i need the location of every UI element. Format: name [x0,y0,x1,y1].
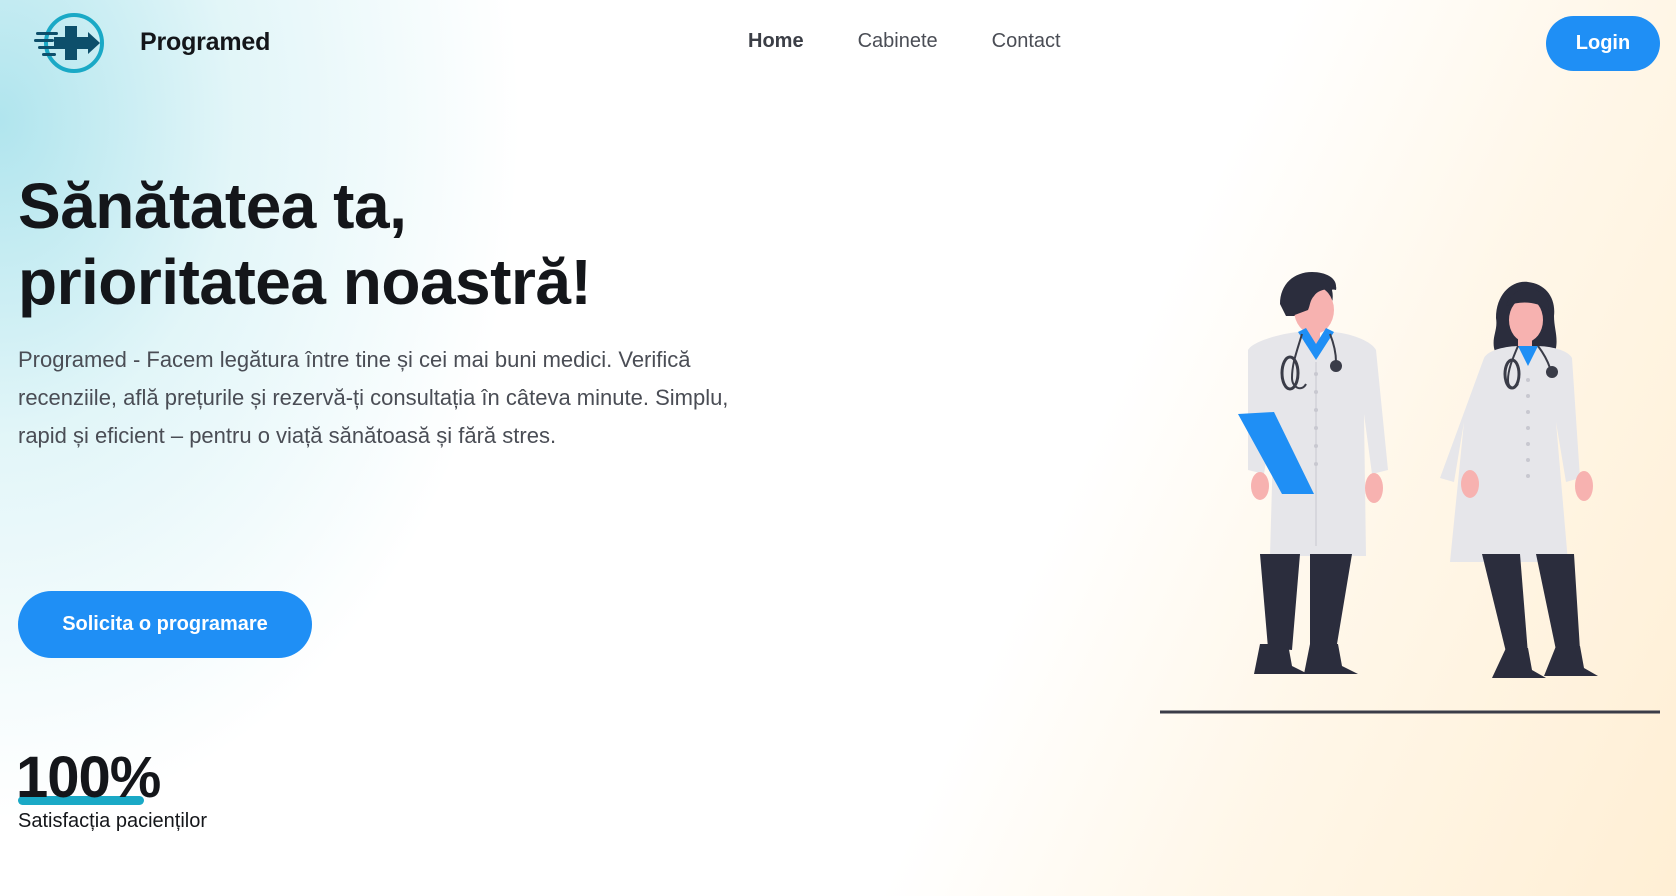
login-button[interactable]: Login [1546,16,1660,71]
female-doctor-figure [1440,281,1598,678]
hero-title: Sănătatea ta, prioritatea noastră! [18,168,592,320]
landing-page: Programed Home Cabinete Contact Login Să… [0,0,1676,896]
request-appointment-button[interactable]: Solicita o programare [18,591,312,658]
doctors-illustration [1160,272,1660,714]
male-doctor-figure [1238,272,1388,674]
hero-title-line-1: Sănătatea ta, [18,170,407,242]
hero-title-line-2: prioritatea noastră! [18,246,592,318]
main-nav: Home Cabinete Contact [748,30,1115,53]
hero-description: Programed - Facem legătura între tine și… [18,347,729,448]
medical-cross-logo-icon[interactable] [34,10,110,76]
nav-link-cabinete[interactable]: Cabinete [858,30,938,53]
stat-label: Satisfacția pacienților [18,810,207,832]
navbar: Programed Home Cabinete Contact Login [0,0,1676,88]
nav-link-home[interactable]: Home [748,30,804,53]
nav-link-contact[interactable]: Contact [992,30,1061,53]
stat-value: 100% [16,745,161,810]
brand-name[interactable]: Programed [140,28,270,57]
